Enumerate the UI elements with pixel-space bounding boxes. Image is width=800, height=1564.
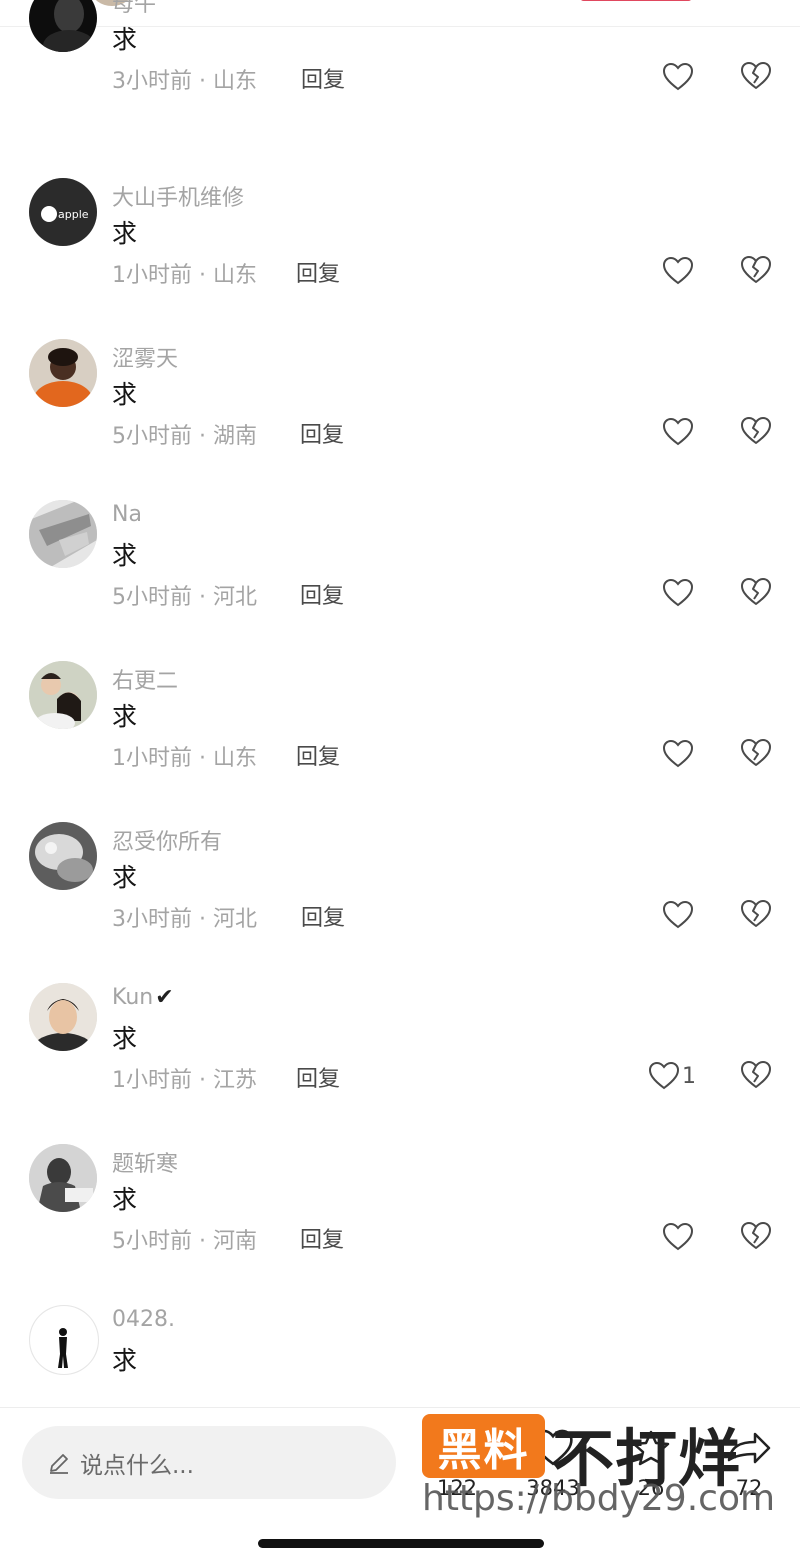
comment-meta: 5小时前 · 湖南 xyxy=(112,424,257,449)
username[interactable]: 0428. xyxy=(112,1307,175,1332)
avatar[interactable] xyxy=(29,983,97,1051)
reply-button[interactable]: 回复 xyxy=(296,1061,340,1093)
broken-heart-icon xyxy=(741,62,771,89)
heart-outline-icon xyxy=(662,62,694,91)
reply-button[interactable]: 回复 xyxy=(301,900,345,932)
like-button[interactable] xyxy=(662,416,696,448)
like-button[interactable] xyxy=(662,899,696,931)
broken-heart-icon xyxy=(741,578,771,605)
comment-text: 求 xyxy=(112,380,138,409)
comment-text: 求 xyxy=(112,1346,138,1375)
heart-outline-icon xyxy=(662,417,694,446)
like-button[interactable] xyxy=(662,1221,696,1253)
username[interactable]: 大山手机维修 xyxy=(112,180,244,212)
pencil-icon xyxy=(50,1453,68,1474)
comment-meta: 3小时前 · 山东 xyxy=(112,69,257,94)
comment-text: 求 xyxy=(112,863,138,892)
dislike-button[interactable] xyxy=(740,577,772,607)
username[interactable]: 母牛 xyxy=(112,0,156,18)
comment-text: 求 xyxy=(112,1024,138,1053)
comment-meta: 1小时前 · 山东 xyxy=(112,263,257,288)
username[interactable]: 涩雾天 xyxy=(112,341,178,373)
comment-text: 求 xyxy=(112,219,138,248)
comment-meta: 5小时前 · 河南 xyxy=(112,1229,257,1254)
broken-heart-icon xyxy=(741,1061,771,1088)
dislike-button[interactable] xyxy=(740,61,772,91)
comment-meta: 5小时前 · 河北 xyxy=(112,585,257,610)
comment-item: 题斩寒 求 5小时前 · 河南 回复 xyxy=(0,1127,800,1288)
comment-item: 忍受你所有 求 3小时前 · 河北 回复 xyxy=(0,805,800,966)
avatar[interactable]: apple xyxy=(29,178,97,246)
heart-outline-icon xyxy=(662,578,694,607)
broken-heart-icon xyxy=(741,417,771,444)
heart-outline-icon xyxy=(662,900,694,929)
heart-outline-icon xyxy=(662,1222,694,1251)
heart-outline-icon xyxy=(662,739,694,768)
comment-text: 求 xyxy=(112,541,138,570)
avatar[interactable] xyxy=(29,822,97,890)
heart-outline-icon xyxy=(662,256,694,285)
home-indicator[interactable] xyxy=(258,1539,544,1548)
watermark-url: https://bbdy29.com xyxy=(422,1478,776,1519)
dislike-button[interactable] xyxy=(740,416,772,446)
dislike-button[interactable] xyxy=(740,1221,772,1251)
broken-heart-icon xyxy=(741,256,771,283)
comment-item: apple 大山手机维修 求 1小时前 · 山东 回复 xyxy=(0,161,800,322)
avatar[interactable] xyxy=(29,1144,97,1212)
avatar[interactable] xyxy=(29,661,97,729)
username[interactable]: Kun✔ xyxy=(112,985,174,1010)
like-button[interactable] xyxy=(662,255,696,287)
dislike-button[interactable] xyxy=(740,738,772,768)
reply-button[interactable]: 回复 xyxy=(301,62,345,94)
reply-button[interactable]: 回复 xyxy=(296,739,340,771)
broken-heart-icon xyxy=(741,739,771,766)
username[interactable]: 忍受你所有 xyxy=(112,824,222,856)
like-button[interactable] xyxy=(662,738,696,770)
reply-button[interactable]: 回复 xyxy=(300,417,344,449)
broken-heart-icon xyxy=(741,900,771,927)
comment-item: 涩雾天 求 5小时前 · 湖南 回复 xyxy=(0,322,800,483)
comment-input[interactable]: 说点什么... xyxy=(22,1426,396,1499)
comment-input-placeholder: 说点什么... xyxy=(80,1452,194,1479)
like-button[interactable]: 1 xyxy=(648,1060,696,1092)
comment-item: Na 求 5小时前 · 河北 回复 xyxy=(0,483,800,644)
dislike-button[interactable] xyxy=(740,255,772,285)
username[interactable]: Na xyxy=(112,502,142,527)
heart-outline-icon xyxy=(648,1061,680,1090)
comment-item: 母牛 求 3小时前 · 山东 回复 xyxy=(0,0,800,128)
username[interactable]: 右更二 xyxy=(112,663,178,695)
avatar[interactable] xyxy=(29,339,97,407)
svg-text:apple: apple xyxy=(58,208,89,221)
comment-text: 求 xyxy=(112,1185,138,1214)
like-button[interactable] xyxy=(662,577,696,609)
avatar[interactable] xyxy=(29,500,97,568)
watermark-badge: 黑料 xyxy=(422,1414,545,1478)
comment-text: 求 xyxy=(112,25,138,54)
avatar[interactable] xyxy=(29,1305,99,1375)
dislike-button[interactable] xyxy=(740,899,772,929)
watermark-overlay: 黑料 不打烊 https://bbdy29.com xyxy=(418,1412,800,1522)
broken-heart-icon xyxy=(741,1222,771,1249)
comment-text: 求 xyxy=(112,702,138,731)
reply-button[interactable]: 回复 xyxy=(296,256,340,288)
reply-button[interactable]: 回复 xyxy=(300,578,344,610)
dislike-button[interactable] xyxy=(740,1060,772,1090)
avatar[interactable] xyxy=(29,0,97,52)
comment-meta: 1小时前 · 江苏 xyxy=(112,1068,257,1093)
comment-item: Kun✔ 求 1小时前 · 江苏 回复 1 xyxy=(0,966,800,1127)
comment-meta: 1小时前 · 山东 xyxy=(112,746,257,771)
comment-item: 右更二 求 1小时前 · 山东 回复 xyxy=(0,644,800,805)
comment-meta: 3小时前 · 河北 xyxy=(112,907,257,932)
username[interactable]: 题斩寒 xyxy=(112,1146,178,1178)
verified-check-icon: ✔ xyxy=(155,985,174,1010)
like-button[interactable] xyxy=(662,61,696,93)
like-count: 1 xyxy=(682,1063,696,1089)
reply-button[interactable]: 回复 xyxy=(300,1222,344,1254)
